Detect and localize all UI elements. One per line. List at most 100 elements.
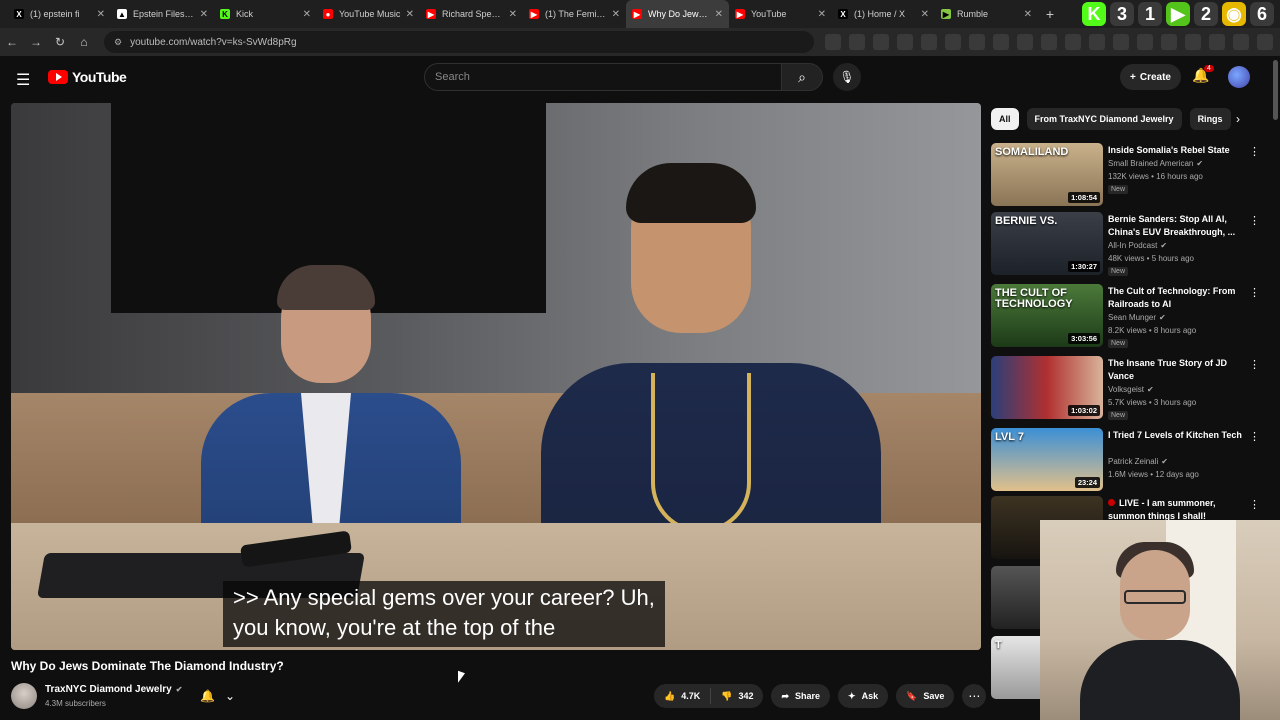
recommended-video[interactable]: 1:03:02 The Insane True Story of JD Vance… xyxy=(991,356,1271,422)
recommended-title[interactable]: Inside Somalia's Rebel State xyxy=(1108,144,1248,157)
browser-tab[interactable]: ● YouTube Music ✕ xyxy=(317,0,420,28)
share-button[interactable]: ➦ Share xyxy=(771,684,831,708)
tab-close-icon[interactable]: ✕ xyxy=(818,9,826,20)
video-thumbnail[interactable]: BERNIE VS. 1:30:27 xyxy=(991,212,1103,275)
channel-avatar[interactable] xyxy=(11,683,37,709)
video-thumbnail[interactable]: LVL 7 23:24 xyxy=(991,428,1103,491)
extension-icon[interactable] xyxy=(1041,34,1057,50)
devtools-icon[interactable] xyxy=(1137,34,1153,50)
dislike-button[interactable]: 👎 342 xyxy=(711,684,763,708)
more-vertical-icon[interactable]: ⋮ xyxy=(1249,430,1260,443)
search-input[interactable]: Search xyxy=(424,63,782,91)
video-thumbnail[interactable]: SOMALILAND 1:08:54 xyxy=(991,143,1103,206)
browser-tab[interactable]: X (1) Home / X ✕ xyxy=(832,0,935,28)
forward-icon[interactable]: → xyxy=(24,35,48,49)
chevron-right-icon[interactable]: › xyxy=(1236,112,1240,126)
channel-name-row[interactable]: TraxNYC Diamond Jewelry ✔ xyxy=(45,684,182,695)
tab-close-icon[interactable]: ✕ xyxy=(921,9,929,20)
tab-close-icon[interactable]: ✕ xyxy=(97,9,105,20)
recommended-video[interactable]: BERNIE VS. 1:30:27 Bernie Sanders: Stop Al… xyxy=(991,212,1271,278)
reload-icon[interactable]: ↻ xyxy=(48,35,72,49)
search-button[interactable]: ⌕ xyxy=(781,63,823,91)
extension-badge[interactable]: 3 xyxy=(1110,2,1134,26)
extension-icon[interactable] xyxy=(1017,34,1033,50)
install-icon[interactable] xyxy=(825,34,841,50)
extension-icon[interactable] xyxy=(873,34,889,50)
video-thumbnail[interactable]: 1:03:02 xyxy=(991,356,1103,419)
extension-icon[interactable] xyxy=(969,34,985,50)
recommended-title[interactable]: The Insane True Story of JD Vance xyxy=(1108,357,1248,383)
voice-search-button[interactable]: 🎙 xyxy=(833,63,861,91)
more-vertical-icon[interactable]: ⋮ xyxy=(1249,286,1260,299)
address-bar[interactable]: ⚙ youtube.com/watch?v=ks-SvWd8pRg xyxy=(104,31,814,53)
more-vertical-icon[interactable]: ⋮ xyxy=(1249,145,1260,158)
account-avatar[interactable] xyxy=(1228,66,1250,88)
subscription-bell-button[interactable]: 🔔 ⌄ xyxy=(200,686,250,706)
browser-tab[interactable]: ▶ Rumble ✕ xyxy=(935,0,1038,28)
reading-list-icon[interactable] xyxy=(1209,34,1225,50)
channel-name[interactable]: TraxNYC Diamond Jewelry xyxy=(45,684,172,695)
more-vertical-icon[interactable]: ⋮ xyxy=(1249,358,1260,371)
like-button[interactable]: 👍 4.7K xyxy=(654,684,710,708)
bookmark-star-icon[interactable] xyxy=(849,34,865,50)
extension-badge[interactable]: K xyxy=(1082,2,1106,26)
browser-tab[interactable]: ▲ Epstein Files Bro ✕ xyxy=(111,0,214,28)
extension-icon[interactable] xyxy=(945,34,961,50)
ask-button[interactable]: ✦ Ask xyxy=(838,684,889,708)
home-icon[interactable]: ⌂ xyxy=(72,35,96,49)
browser-tab[interactable]: ▶ Richard Spencer ✕ xyxy=(420,0,523,28)
recommended-video[interactable]: LVL 7 23:24 I Tried 7 Levels of Kitchen Te… xyxy=(991,428,1271,494)
save-button[interactable]: 🔖 Save xyxy=(896,684,955,708)
tab-close-icon[interactable]: ✕ xyxy=(612,9,620,20)
profile-avatar-icon[interactable] xyxy=(1257,34,1273,50)
extension-icon[interactable] xyxy=(993,34,1009,50)
recommended-title[interactable]: The Cult of Technology: From Railroads t… xyxy=(1108,285,1248,311)
extension-icon[interactable] xyxy=(1113,34,1129,50)
browser-tab[interactable]: X (1) epstein fi ✕ xyxy=(8,0,111,28)
browser-tab[interactable]: ▶ (1) The Feminist ✕ xyxy=(523,0,626,28)
tab-close-icon[interactable]: ✕ xyxy=(715,9,723,20)
video-player[interactable]: >> Any special gems over your career? Uh… xyxy=(11,103,981,650)
recommended-video[interactable]: THE CULT OF TECHNOLOGY 3:03:56 The Cult of… xyxy=(991,284,1271,350)
browser-tab[interactable]: K Kick ✕ xyxy=(214,0,317,28)
back-icon[interactable]: ← xyxy=(0,35,24,49)
browser-tab[interactable]: ▶ Why Do Jews D ✕ xyxy=(626,0,729,28)
extension-badge[interactable]: 1 xyxy=(1138,2,1162,26)
recommended-title[interactable]: Bernie Sanders: Stop All AI, China's EUV… xyxy=(1108,213,1248,239)
recommended-channel[interactable]: Volksgeist ✔ xyxy=(1108,385,1154,394)
youtube-logo[interactable]: YouTube xyxy=(48,69,127,85)
recommended-title[interactable]: I Tried 7 Levels of Kitchen Tech xyxy=(1108,429,1248,442)
tab-close-icon[interactable]: ✕ xyxy=(509,9,517,20)
new-tab-button[interactable]: + xyxy=(1038,6,1062,22)
recommended-channel[interactable]: Patrick Zeinali ✔ xyxy=(1108,457,1168,466)
extension-badge[interactable]: ▶ xyxy=(1166,2,1190,26)
tab-close-icon[interactable]: ✕ xyxy=(406,9,414,20)
extensions-puzzle-icon[interactable] xyxy=(1065,34,1081,50)
video-thumbnail[interactable]: THE CULT OF TECHNOLOGY 3:03:56 xyxy=(991,284,1103,347)
create-button[interactable]: + Create xyxy=(1120,64,1181,90)
extension-badge[interactable]: ◉ xyxy=(1222,2,1246,26)
site-info-icon[interactable]: ⚙ xyxy=(114,37,122,48)
browser-tab[interactable]: ▶ YouTube ✕ xyxy=(729,0,832,28)
more-vertical-icon[interactable]: ⋮ xyxy=(1249,498,1260,511)
recommended-channel[interactable]: All-In Podcast ✔ xyxy=(1108,241,1167,250)
recommended-channel[interactable]: Sean Munger ✔ xyxy=(1108,313,1166,322)
more-actions-button[interactable]: ⋯ xyxy=(962,684,987,708)
more-vertical-icon[interactable]: ⋮ xyxy=(1249,214,1260,227)
extension-badge[interactable]: 2 xyxy=(1194,2,1218,26)
filter-chip[interactable]: All xyxy=(991,108,1019,130)
tab-close-icon[interactable]: ✕ xyxy=(200,9,208,20)
tab-close-icon[interactable]: ✕ xyxy=(1024,9,1032,20)
filter-chip[interactable]: Rings xyxy=(1189,108,1231,130)
page-scrollbar[interactable] xyxy=(1273,60,1278,120)
extension-icon[interactable] xyxy=(897,34,913,50)
history-icon[interactable] xyxy=(1089,34,1105,50)
menu-icon[interactable]: ☰ xyxy=(16,70,30,90)
split-view-icon[interactable] xyxy=(1233,34,1249,50)
extension-icon[interactable] xyxy=(1185,34,1201,50)
recommended-channel[interactable]: Small Brained American ✔ xyxy=(1108,159,1203,168)
recommended-video[interactable]: SOMALILAND 1:08:54 Inside Somalia's Rebel … xyxy=(991,143,1271,209)
extension-badge[interactable]: 6 xyxy=(1250,2,1274,26)
filter-chip[interactable]: From TraxNYC Diamond Jewelry xyxy=(1026,108,1182,130)
sidepanel-icon[interactable] xyxy=(1161,34,1177,50)
